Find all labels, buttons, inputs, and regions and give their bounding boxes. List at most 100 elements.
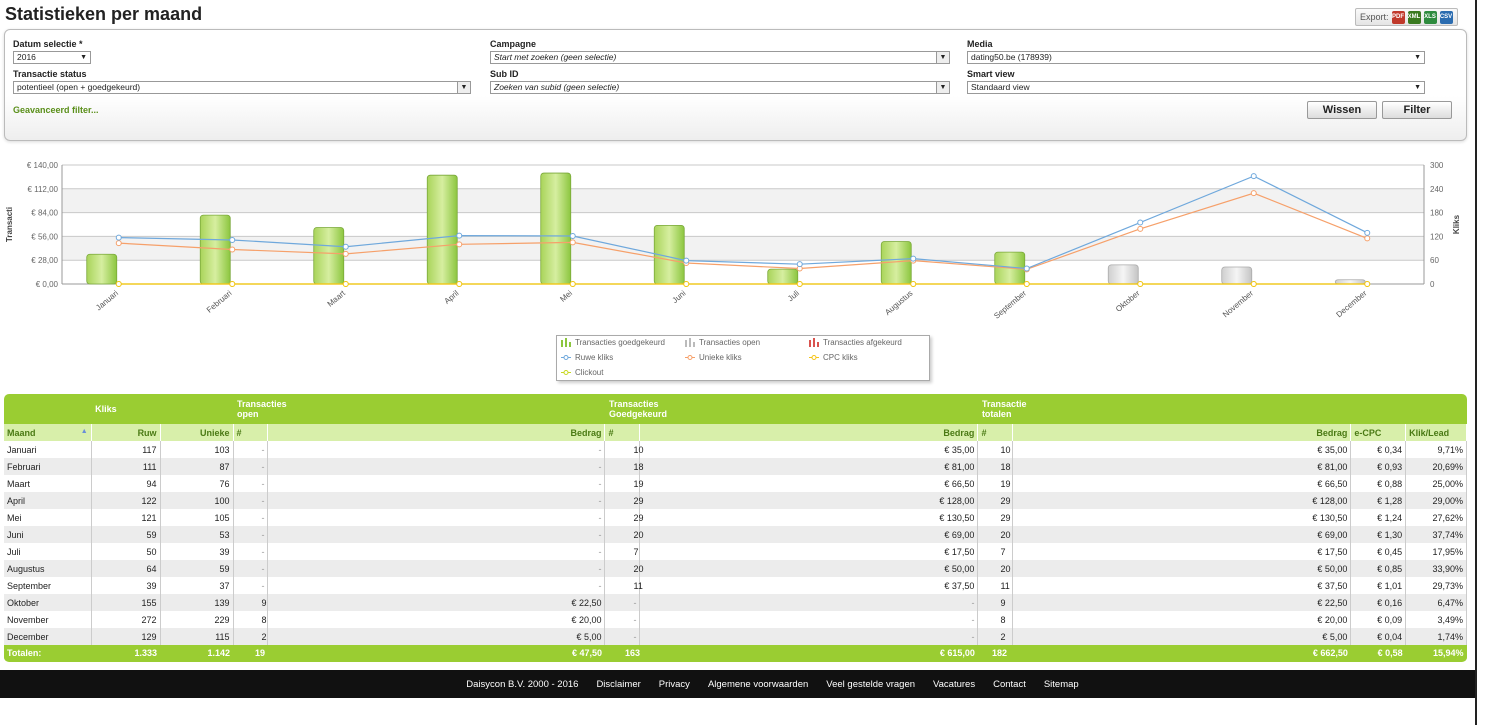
table-row[interactable]: Januari 117 103- -10 € 35,00 10 € 35,00 € 0,34 9… [4,441,1467,458]
footer-link-sitemap[interactable]: Sitemap [1044,679,1079,690]
xls-export-icon[interactable]: XLS [1423,10,1437,24]
page-title: Statistieken per maand [5,4,203,24]
col-maand-label: Maand [7,427,36,438]
y2-tick-label: 120 [1430,232,1444,241]
table-row[interactable]: Juni 59 53- -20 € 69,00 20 € 69,00 € 1,30 37,74% [4,526,1467,543]
col-open-bedrag[interactable]: Bedrag [267,424,606,441]
cell-maand: December [4,628,92,645]
table-row[interactable]: Februari 111 87- -18 € 81,00 18 € 81,00 € 0,93 2… [4,458,1467,475]
table-row[interactable]: Juli 50 39- -7 € 17,50 7 € 17,50 € 0,45 17,95% [4,543,1467,560]
smart-view-select[interactable]: Standaard view ▼ [967,81,1425,94]
table-row[interactable]: Augustus 64 59- -20 € 50,00 20 € 50,00 € 0,85 33… [4,560,1467,577]
legend-afgekeurd[interactable]: Transacties afgekeurd [809,338,902,347]
cell-totaal-bedrag: € 37,50 [1012,577,1352,594]
cell-ecpc: € 1,28 [1350,492,1407,509]
legend-unieke-label: Unieke kliks [699,353,742,362]
advanced-filter-link[interactable]: Geavanceerd filter... [13,105,99,115]
cell-ecpc: € 1,24 [1350,509,1407,526]
cell-goed-bedrag: € 37,50 [639,577,979,594]
ruwe-kliks-point [910,255,917,262]
footer-link-privacy[interactable]: Privacy [659,679,690,690]
table-row[interactable]: Maart 94 76- -19 € 66,50 19 € 66,50 € 0,88 25,00… [4,475,1467,492]
subid-select[interactable]: Zoeken van subid (geen selectie) ▼ [490,81,950,94]
table-row[interactable]: September 39 37- -11 € 37,50 11 € 37,50 € 1,01 2… [4,577,1467,594]
datum-selectie-label: Datum selectie * [13,39,83,49]
totals-label: Totalen: [4,645,92,661]
chevron-down-icon: ▼ [457,82,470,93]
col-open-count[interactable]: # [233,424,269,441]
chart-legend: Transacties goedgekeurd Transacties open… [556,335,930,381]
cpc-kliks-point [1364,281,1371,287]
cell-ruw: 64 [91,560,161,577]
cell-ruw: 121 [91,509,161,526]
y-tick-label: € 28,00 [31,256,58,265]
cell-unieke: 87 [160,458,234,475]
footer-copyright: Daisycon B.V. 2000 - 2016 [466,678,579,690]
footer-link-disclaimer[interactable]: Disclaimer [596,679,640,690]
totals-klik-lead: 15,94% [1405,645,1467,661]
ruwe-kliks-point [1023,265,1030,272]
cell-open-count: - [233,526,269,543]
footer-link-faq[interactable]: Veel gestelde vragen [826,679,915,690]
col-goed-bedrag[interactable]: Bedrag [639,424,979,441]
cell-goed-bedrag: € 66,50 [639,475,979,492]
col-unieke[interactable]: Unieke [160,424,234,441]
cell-goed-bedrag: € 35,00 [639,441,979,458]
cpc-kliks-point [796,281,803,287]
cell-goed-count: 18 [604,458,644,475]
col-maand[interactable]: Maand ▲ [4,424,92,441]
col-totaal-bedrag[interactable]: Bedrag [1012,424,1352,441]
footer-link-contact[interactable]: Contact [993,679,1026,690]
cell-ruw: 272 [91,611,161,628]
cpc-kliks-point [229,281,236,287]
cell-klik-lead: 29,00% [1405,492,1467,509]
table-row[interactable]: November 272 229 8 € 20,00- -8 € 20,00 € 0,09 3,… [4,611,1467,628]
campagne-value: Start met zoeken (geen selectie) [494,52,617,62]
wissen-button[interactable]: Wissen [1307,101,1377,119]
media-select[interactable]: dating50.be (178939) ▼ [967,51,1425,64]
pdf-export-icon[interactable]: PDF [1391,10,1405,24]
cell-totaal-bedrag: € 17,50 [1012,543,1352,560]
footer-link-vacatures[interactable]: Vacatures [933,679,975,690]
legend-ruwe-label: Ruwe kliks [575,353,614,362]
col-klik-lead[interactable]: Klik/Lead [1405,424,1467,441]
datum-selectie-select[interactable]: 2016 ▼ [13,51,91,64]
col-goed-count[interactable]: # [604,424,640,441]
xml-export-icon[interactable]: XML [1407,10,1421,24]
cell-maand: Januari [4,441,92,458]
y2-tick-label: 240 [1430,185,1444,194]
legend-goedgekeurd[interactable]: Transacties goedgekeurd [561,338,665,347]
col-ecpc[interactable]: e-CPC [1350,424,1407,441]
legend-clickout[interactable]: Clickout [561,368,603,377]
y2-tick-label: 300 [1430,161,1444,170]
bar-open [1334,279,1366,285]
filter-button[interactable]: Filter [1382,101,1452,119]
ruwe-kliks-point [342,243,349,250]
cpc-kliks-point [683,281,690,287]
legend-goedgekeurd-label: Transacties goedgekeurd [575,338,665,347]
cpc-kliks-point [456,281,463,287]
bar-goedgekeurd [767,268,799,285]
window-edge [1475,0,1487,725]
table-row[interactable]: December 129 115 2 € 5,00- -2 € 5,00 € 0,04 1,74… [4,628,1467,645]
csv-export-icon[interactable]: CSV [1439,10,1453,24]
transactie-status-select[interactable]: potentieel (open + goedgekeurd) ▼ [13,81,471,94]
line-ruwe-icon [561,355,571,360]
footer-link-voorwaarden[interactable]: Algemene voorwaarden [708,679,808,690]
legend-ruwe-kliks[interactable]: Ruwe kliks [561,353,613,362]
cell-klik-lead: 25,00% [1405,475,1467,492]
col-ruw[interactable]: Ruw [91,424,161,441]
legend-unieke-kliks[interactable]: Unieke kliks [685,353,742,362]
group-transactie-totalen: Transactie totalen [978,394,1351,424]
legend-open[interactable]: Transacties open [685,338,760,347]
legend-cpc-kliks[interactable]: CPC kliks [809,353,858,362]
table-row[interactable]: Mei 121 105- -29 € 130,50 29 € 130,50 € 1,24 27,… [4,509,1467,526]
subid-label: Sub ID [490,69,519,79]
legend-cpc-label: CPC kliks [823,353,858,362]
campagne-select[interactable]: Start met zoeken (geen selectie) ▼ [490,51,950,64]
col-totaal-count[interactable]: # [977,424,1013,441]
table-row[interactable]: April 122 100- -29 € 128,00 29 € 128,00 € 1,28 2… [4,492,1467,509]
cell-totaal-count: 29 [977,509,1013,526]
table-row[interactable]: Oktober 155 139 9 € 22,50- -9 € 22,50 € 0,16 6,4… [4,594,1467,611]
smart-view-label: Smart view [967,69,1015,79]
